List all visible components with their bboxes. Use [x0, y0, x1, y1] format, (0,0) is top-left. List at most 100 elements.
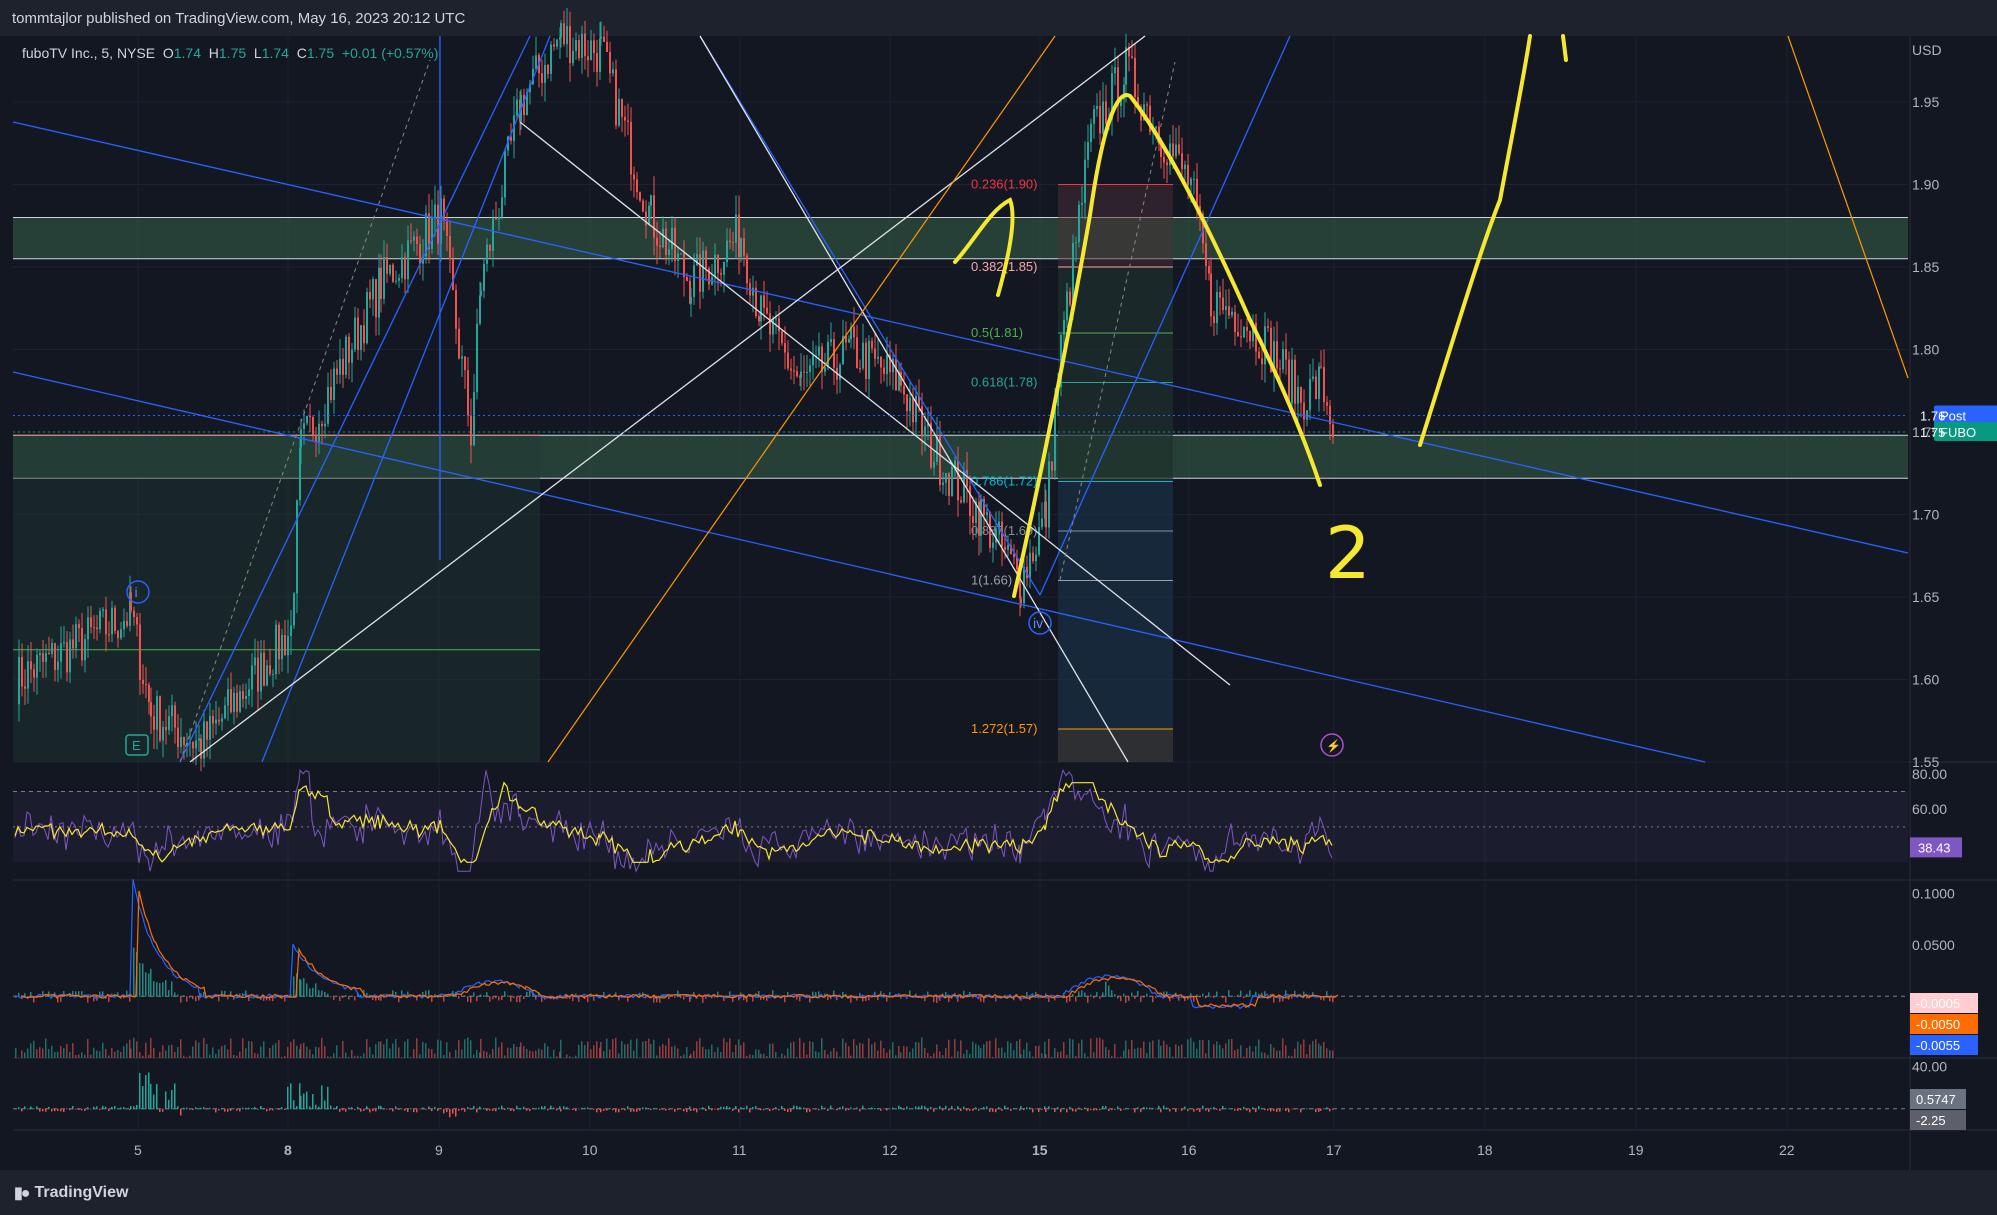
candle-body	[357, 317, 359, 350]
volume-bar	[168, 1045, 170, 1058]
volume-bar	[963, 1053, 965, 1058]
volume-bar	[639, 1057, 641, 1058]
macd-histogram-bar	[189, 996, 191, 998]
candle-body	[227, 689, 229, 706]
volume-bar	[263, 1041, 265, 1058]
volume-bar	[1225, 1043, 1227, 1058]
volume-bar	[590, 1049, 592, 1058]
volume-bar	[360, 1056, 362, 1058]
volume-bar	[942, 1055, 944, 1058]
candle-body	[1323, 366, 1325, 403]
osc-bar	[612, 1108, 614, 1111]
osc-bar	[111, 1106, 113, 1110]
volume-bar	[142, 1055, 144, 1058]
macd-histogram-bar	[139, 963, 141, 997]
volume-bar	[665, 1045, 667, 1058]
candle-body	[120, 629, 122, 639]
osc-bar	[455, 1108, 457, 1117]
osc-bar	[659, 1108, 661, 1111]
osc-bar	[108, 1108, 110, 1112]
macd-histogram-bar	[572, 996, 574, 1002]
osc-bar	[1063, 1107, 1065, 1110]
osc-bar	[1175, 1108, 1177, 1112]
candle-body	[578, 40, 580, 59]
volume-bar	[383, 1044, 385, 1058]
candle-body	[871, 340, 873, 349]
osc-bar	[523, 1106, 525, 1110]
volume-bar	[1140, 1048, 1142, 1058]
osc-bar	[183, 1107, 185, 1110]
volume-bar	[781, 1053, 783, 1058]
volume-bar	[369, 1047, 371, 1058]
candle-body	[492, 217, 494, 251]
macd-histogram-bar	[324, 991, 326, 997]
volume-bar	[81, 1052, 83, 1058]
osc-bar	[1178, 1108, 1180, 1110]
osc-bar	[939, 1106, 941, 1110]
volume-bar	[242, 1038, 244, 1058]
macd-histogram-bar	[1216, 991, 1218, 997]
tradingview-logo[interactable]: ▮● TradingView	[14, 1183, 128, 1203]
candle-body	[159, 696, 161, 741]
candle-body	[165, 727, 167, 731]
osc-bar	[428, 1106, 430, 1110]
osc-bar	[510, 1108, 512, 1111]
osc-bar	[150, 1083, 152, 1110]
volume-bar	[123, 1046, 125, 1058]
volume-bar	[1093, 1052, 1095, 1058]
osc-bar	[775, 1107, 777, 1110]
volume-bar	[624, 1044, 626, 1058]
osc-bar	[726, 1105, 728, 1110]
osc-bar	[749, 1108, 751, 1113]
macd-histogram-bar	[498, 996, 500, 1001]
candle-body	[978, 501, 980, 536]
chart-canvas[interactable]: 1.951.901.851.801.751.701.651.601.55USD0…	[0, 0, 1997, 1215]
osc-bar	[915, 1106, 917, 1110]
volume-bar	[15, 1047, 17, 1058]
volume-bar	[1315, 1039, 1317, 1058]
osc-bar	[924, 1106, 926, 1110]
volume-bar	[218, 1049, 220, 1058]
osc-bar	[1318, 1108, 1320, 1112]
candle-body	[630, 121, 632, 175]
volume-bar	[93, 1047, 95, 1058]
osc-bar	[419, 1108, 421, 1110]
volume-bar	[1255, 1046, 1257, 1058]
osc-bar	[686, 1108, 688, 1113]
macd-histogram-bar	[318, 990, 320, 997]
candle-body	[309, 415, 311, 418]
candle-body	[948, 473, 950, 496]
macd-histogram-bar	[171, 981, 173, 997]
volume-bar	[431, 1049, 433, 1058]
osc-bar	[63, 1108, 65, 1112]
volume-bar	[1057, 1051, 1059, 1058]
symbol-legend[interactable]: fuboTV Inc., 5, NYSE O1.74 H1.75 L1.74 C…	[22, 45, 438, 61]
candle-body	[1099, 105, 1101, 134]
osc-bar	[986, 1106, 988, 1110]
macd-histogram-bar	[443, 996, 445, 1002]
volume-bar	[63, 1048, 65, 1058]
volume-bar	[461, 1049, 463, 1058]
osc-bar	[437, 1108, 439, 1111]
macd-histogram-bar	[516, 996, 518, 1002]
candle-body	[677, 253, 679, 261]
osc-bar	[142, 1086, 144, 1110]
candle-body	[209, 715, 211, 740]
osc-bar	[648, 1108, 650, 1110]
candle-body	[793, 370, 795, 372]
candle-body	[99, 610, 101, 630]
macd-histogram-bar	[526, 991, 528, 997]
high-label: H	[208, 45, 219, 61]
time-tick-label: 18	[1477, 1142, 1493, 1158]
price-badge-value: 1.75	[1920, 425, 1945, 440]
osc-bar	[690, 1108, 692, 1111]
candle-body	[1166, 162, 1168, 166]
macd-histogram-bar	[1105, 981, 1107, 997]
candle-body	[584, 33, 586, 57]
osc-bar	[729, 1107, 731, 1110]
macd-histogram-bar	[480, 994, 482, 997]
osc-bar	[930, 1106, 932, 1110]
osc-bar	[520, 1108, 522, 1110]
candle-body	[1258, 351, 1260, 359]
candle-body	[133, 610, 135, 618]
